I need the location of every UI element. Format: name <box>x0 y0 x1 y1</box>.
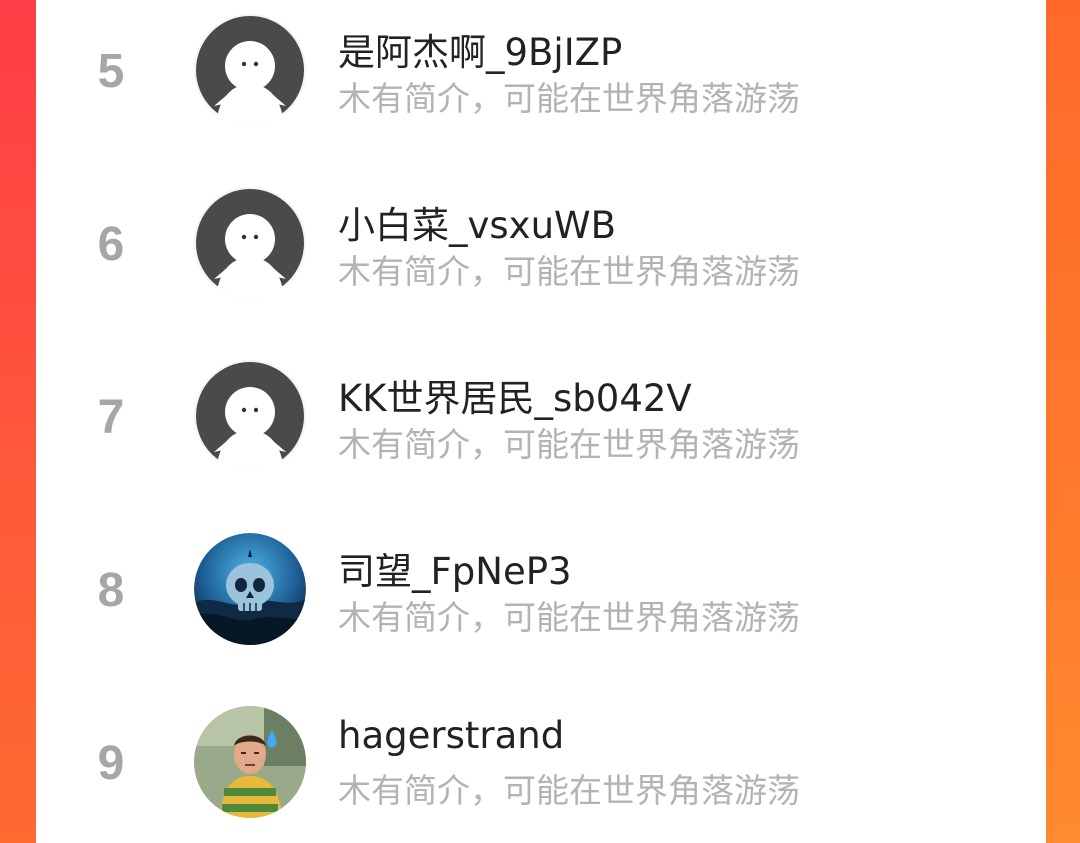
skull-avatar-icon[interactable] <box>194 533 306 645</box>
user-name[interactable]: 司望_FpNeP3 <box>338 541 572 595</box>
default-avatar-icon[interactable] <box>194 360 306 472</box>
right-background-strip <box>1046 0 1080 843</box>
rank-number: 5 <box>97 45 125 98</box>
ranking-list-panel: 5 是阿杰啊_9BjIZP 木有简介，可能在世界角落游荡 6 小白菜_vsxuW… <box>36 0 1046 843</box>
default-avatar-icon[interactable] <box>194 187 306 299</box>
list-item[interactable]: 7 KK世界居民_sb042V 木有简介，可能在世界角落游荡 <box>36 346 1046 518</box>
left-background-strip <box>0 0 36 843</box>
cartoon-character-avatar-icon[interactable] <box>194 706 306 818</box>
user-bio: 木有简介，可能在世界角落游荡 <box>338 79 800 118</box>
list-item[interactable]: 5 是阿杰啊_9BjIZP 木有简介，可能在世界角落游荡 <box>36 0 1046 172</box>
user-bio: 木有简介，可能在世界角落游荡 <box>338 598 800 637</box>
rank-number: 9 <box>97 737 125 790</box>
rank-number: 7 <box>97 391 125 444</box>
list-item[interactable]: 9 hagerstrand 木有简介，可能在世界角落游荡 <box>36 692 1046 843</box>
user-name[interactable]: 是阿杰啊_9BjIZP <box>338 22 622 76</box>
user-name[interactable]: 小白菜_vsxuWB <box>338 195 616 249</box>
rank-number: 6 <box>97 218 125 271</box>
list-item[interactable]: 8 司望_FpNeP3 木有简介，可能在世界角落游荡 <box>36 519 1046 691</box>
user-bio: 木有简介，可能在世界角落游荡 <box>338 771 800 810</box>
user-name[interactable]: KK世界居民_sb042V <box>338 368 692 422</box>
user-bio: 木有简介，可能在世界角落游荡 <box>338 252 800 291</box>
rank-number: 8 <box>97 564 125 617</box>
default-avatar-icon[interactable] <box>194 14 306 126</box>
user-name[interactable]: hagerstrand <box>338 714 564 757</box>
list-item[interactable]: 6 小白菜_vsxuWB 木有简介，可能在世界角落游荡 <box>36 173 1046 345</box>
user-bio: 木有简介，可能在世界角落游荡 <box>338 425 800 464</box>
